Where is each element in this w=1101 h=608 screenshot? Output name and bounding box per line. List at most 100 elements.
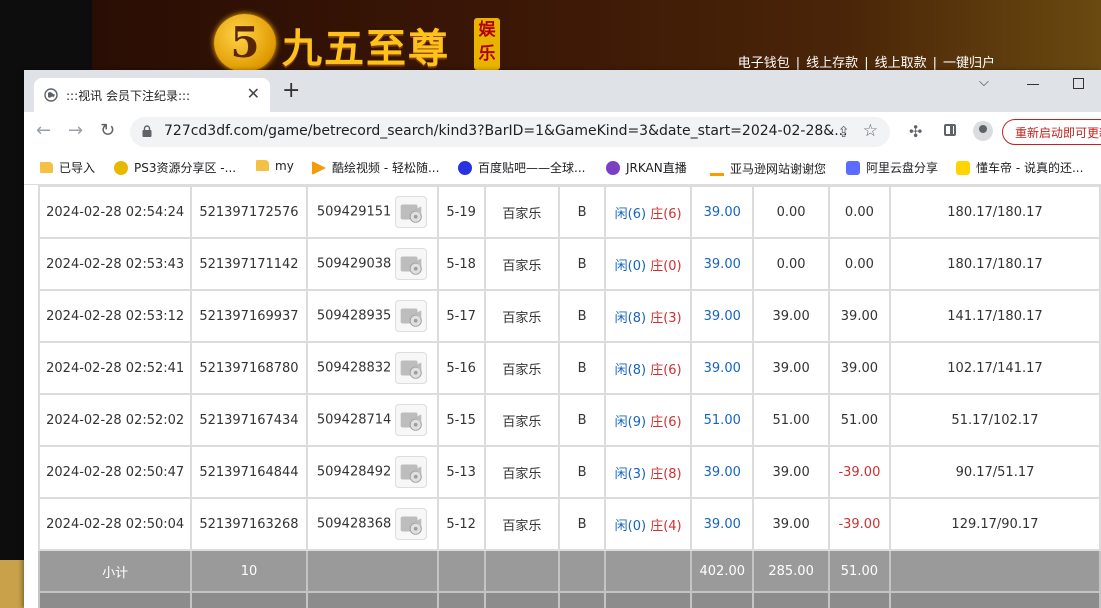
bet-time: 2024-02-28 02:53:43 <box>37 237 193 291</box>
bookmark-label: 亚马逊网站谢谢您 <box>730 162 827 176</box>
close-icon[interactable]: ✕ <box>247 84 260 103</box>
balance: 102.17/141.17 <box>888 341 1101 395</box>
win-loss: 39.00 <box>827 341 891 395</box>
order-number: 521397163268 <box>190 497 308 551</box>
bookmark-item[interactable]: JRKAN直播 <box>606 159 687 176</box>
baidu-paw-icon <box>458 161 472 175</box>
win-loss: 0.00 <box>827 185 891 239</box>
wallet-link[interactable]: 电子钱包 <box>738 56 790 71</box>
total-row <box>37 591 1101 608</box>
bet-time: 2024-02-28 02:53:12 <box>37 289 193 343</box>
result-cell: 闲(3) 庄(8) <box>604 445 693 499</box>
video-replay-icon[interactable] <box>395 456 428 488</box>
video-replay-icon[interactable] <box>395 248 428 280</box>
subtotal-result: 51.00 <box>827 549 891 593</box>
balance: 90.17/51.17 <box>888 445 1101 499</box>
banker-label: 庄 <box>650 362 664 378</box>
forward-arrow-icon[interactable]: → <box>68 121 83 141</box>
video-replay-icon[interactable] <box>395 404 428 436</box>
chevron-down-icon[interactable]: ⌵ <box>979 75 989 90</box>
bet-time: 2024-02-28 02:52:02 <box>37 393 193 447</box>
shoe-number: 5-18 <box>436 237 486 291</box>
bet-amount-link[interactable]: 51.00 <box>690 393 755 447</box>
maximize-icon[interactable] <box>1073 78 1084 89</box>
side-panel-icon[interactable] <box>944 124 956 136</box>
valid-amount: 39.00 <box>752 289 830 343</box>
shoe-number: 5-13 <box>436 445 486 499</box>
player-points: (9) <box>627 414 647 430</box>
bet-side: B <box>557 445 607 499</box>
round-number: 509428492 <box>316 464 392 480</box>
merge-account-link[interactable]: 一键归户 <box>943 56 995 71</box>
bookmark-item[interactable]: PS3资源分享区 -... <box>114 159 236 176</box>
game-name: 百家乐 <box>483 393 560 447</box>
subtotal-count: 10 <box>190 549 308 593</box>
deposit-link[interactable]: 线上存款 <box>806 56 858 71</box>
balance: 180.17/180.17 <box>888 237 1101 291</box>
browser-tab[interactable]: :::视讯 会员下注纪录::: ✕ <box>34 78 270 112</box>
game-name: 百家乐 <box>483 341 560 395</box>
bet-amount-link[interactable]: 39.00 <box>690 445 755 499</box>
round-number: 509428832 <box>316 360 392 376</box>
bookmark-item[interactable]: 阿里云盘分享 <box>846 159 938 176</box>
bet-time: 2024-02-28 02:52:41 <box>37 341 193 395</box>
bookmark-item[interactable]: 百度贴吧——全球... <box>458 159 585 176</box>
round-cell: 509428935 <box>305 289 439 343</box>
table-row: 2024-02-28 02:53:12 521397169937 509428935… <box>37 289 1101 343</box>
plus-icon[interactable]: + <box>282 80 300 102</box>
bet-amount-link[interactable]: 39.00 <box>690 497 755 551</box>
table-row: 2024-02-28 02:53:43 521397171142 509429038… <box>37 237 1101 291</box>
video-replay-icon[interactable] <box>395 196 428 228</box>
bet-record-table: 2024-02-28 02:54:24 521397172576 509429151… <box>37 185 1101 608</box>
valid-amount: 39.00 <box>752 341 830 395</box>
share-icon[interactable]: ⇪ <box>837 123 850 141</box>
back-arrow-icon[interactable]: ← <box>36 121 51 141</box>
order-number: 521397168780 <box>190 341 308 395</box>
bookmark-item[interactable]: 已导入 <box>40 159 95 176</box>
bet-side: B <box>557 393 607 447</box>
round-number: 509429151 <box>316 204 392 220</box>
bet-amount-link[interactable]: 39.00 <box>690 341 755 395</box>
amazon-icon <box>710 159 724 176</box>
round-number: 509428935 <box>316 308 392 324</box>
site-logo-text: 九五至尊 <box>282 25 450 72</box>
bet-time: 2024-02-28 02:54:24 <box>37 185 193 239</box>
extensions-puzzle-icon[interactable]: ✣ <box>909 122 922 141</box>
browser-toolbar: ← → ↻ 727cd3df.com/game/betrecord_search… <box>24 112 1101 152</box>
title-bar: :::视讯 会员下注纪录::: ✕ + ⌵ <box>24 70 1101 112</box>
video-replay-icon[interactable] <box>395 300 428 332</box>
player-label: 闲 <box>614 206 628 222</box>
result-cell: 闲(8) 庄(3) <box>604 289 693 343</box>
star-icon[interactable]: ☆ <box>863 121 878 141</box>
win-loss: 0.00 <box>827 237 891 291</box>
withdraw-link[interactable]: 线上取款 <box>875 56 927 71</box>
bookmark-label: 已导入 <box>59 161 96 175</box>
order-number: 521397172576 <box>190 185 308 239</box>
bet-amount-link[interactable]: 39.00 <box>690 289 755 343</box>
banker-points: (6) <box>663 362 682 378</box>
bookmark-item[interactable]: 懂车帝 - 说真的还... <box>956 159 1083 176</box>
player-points: (6) <box>627 206 647 222</box>
table-row: 2024-02-28 02:52:41 521397168780 509428832… <box>37 341 1101 395</box>
bet-amount-link[interactable]: 39.00 <box>690 237 755 291</box>
bookmark-item[interactable]: 酷绘视频 - 轻松随... <box>312 159 439 176</box>
profile-avatar-icon[interactable] <box>973 121 993 141</box>
round-number: 509428368 <box>316 516 392 532</box>
game-name: 百家乐 <box>483 289 560 343</box>
bookmark-item[interactable]: 亚马逊网站谢谢您 <box>710 159 826 177</box>
shoe-number: 5-19 <box>436 185 486 239</box>
minimize-icon[interactable] <box>1027 84 1039 85</box>
shoe-number: 5-15 <box>436 393 486 447</box>
video-replay-icon[interactable] <box>395 508 428 540</box>
valid-amount: 39.00 <box>752 445 830 499</box>
video-replay-icon[interactable] <box>395 352 428 384</box>
address-bar[interactable]: 727cd3df.com/game/betrecord_search/kind3… <box>130 117 890 147</box>
banker-label: 庄 <box>650 258 664 274</box>
reload-icon[interactable]: ↻ <box>100 121 115 141</box>
bookmark-item[interactable]: my <box>256 159 294 173</box>
restart-update-button[interactable]: 重新启动即可更新 <box>1002 119 1101 145</box>
bet-amount-link[interactable]: 39.00 <box>690 185 755 239</box>
page-content: 2024-02-28 02:54:24 521397172576 509429151… <box>24 185 1101 608</box>
player-points: (0) <box>627 518 647 534</box>
order-number: 521397169937 <box>190 289 308 343</box>
